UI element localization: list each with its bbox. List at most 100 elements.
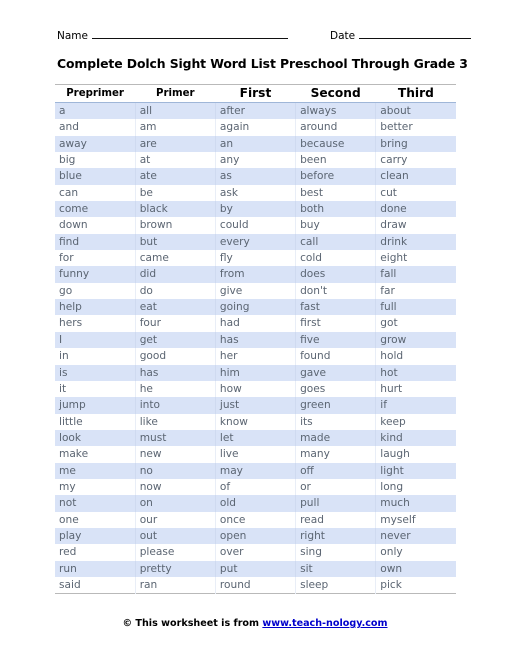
word-cell: full [375,299,456,316]
word-cell: goes [295,380,377,398]
word-cell: pull [295,495,377,512]
word-cell: own [375,560,456,577]
word-cell: again [215,119,297,136]
word-cell: its [295,413,377,430]
word-cell: come [55,201,136,218]
word-cell: give [215,282,297,300]
table-row: find but every call drink [55,233,456,251]
word-cell: brown [135,217,216,234]
word-cell: been [295,152,377,169]
word-cell: four [135,315,216,332]
word-cell: away [55,135,136,153]
table-header: Preprimer Primer First Second Third [55,84,456,103]
word-cell: kind [375,429,456,447]
word-cell: many [295,446,377,463]
word-cell: because [295,135,377,153]
copyright-text: © This worksheet is from [122,618,260,629]
word-cell: about [375,102,456,120]
name-write-line[interactable] [91,27,288,39]
word-cell: bring [375,135,456,153]
word-cell: hurt [380,382,403,395]
table-row: it he how goes hurt [55,380,456,398]
word-cell: now [135,478,216,496]
word-cell: laugh [380,448,410,461]
word-cell: off [295,462,377,479]
word-cell: on [135,495,216,512]
date-write-line[interactable] [359,27,472,39]
table-row: hers four had first got [55,315,456,332]
word-cell: always [295,102,377,120]
table-row: funny did from does fall [55,266,456,283]
word-cell: keep [380,415,406,428]
table-row: away are an because bring [55,135,456,153]
word-cell: right [295,527,377,545]
word-cell: draw [380,219,407,232]
word-cell: by [215,201,297,218]
word-cell: cut [380,186,397,199]
word-cell: new [135,446,216,463]
word-cell: make [55,446,136,463]
table-row: big at any been carry [55,152,456,169]
word-cell: eat [135,299,216,316]
table-row: me no may off light [55,462,456,479]
word-cell: put [215,560,297,577]
word-cell: please [135,544,216,561]
column-header-second: Second [295,84,376,103]
word-cell: fast [295,299,377,316]
name-field-group: Name [57,27,288,42]
word-cell: run [55,560,136,577]
word-cell: live [215,446,297,463]
word-cell: had [215,315,297,332]
table-row: go do give don't far [55,282,456,300]
word-cell: for [55,250,136,267]
word-cell: sit [295,560,377,577]
word-cell: do [135,282,216,300]
column-header-primer: Primer [135,84,216,103]
word-cell: carry [380,154,408,167]
page-title: Complete Dolch Sight Word List Preschool… [57,56,468,71]
word-cell: fly [215,250,297,267]
word-cell: said [55,576,136,594]
word-cell: find [55,233,136,251]
table-header-row: Preprimer Primer First Second Third [55,84,456,103]
word-cell: jump [55,397,136,414]
word-cell: how [215,380,297,398]
word-cell: has [135,364,216,381]
word-cell: if [375,397,456,414]
table-row: run pretty put sit own [55,560,456,577]
word-cell: before [295,168,377,185]
word-cell: drink [375,233,456,251]
word-cell: all [135,102,216,120]
word-cell: good [135,348,216,365]
word-cell: hers [55,315,136,332]
word-cell: an [215,135,297,153]
date-label: Date [329,30,356,42]
word-cell: does [295,266,377,283]
teachnology-link[interactable]: www.teach-nology.com [262,618,387,629]
word-cell: old [215,495,297,512]
word-cell: black [135,201,216,218]
table-row: look must let made kind [55,429,456,447]
word-cell: me [55,462,136,479]
word-cell: I [55,331,136,349]
word-cell: let [215,429,297,447]
word-cell: did [135,266,216,283]
word-cell: play [55,527,136,545]
word-cell: has [215,331,297,349]
table-row: come black by both done [55,201,456,218]
table-row: not on old pull much [55,495,456,512]
word-cell: every [215,233,297,251]
word-cell: red [55,544,136,561]
word-cell: like [135,413,216,430]
word-cell: him [215,364,297,381]
word-cell: our [135,511,216,528]
word-cell: know [215,413,297,430]
word-cell: made [295,429,377,447]
word-cell: don't [295,282,377,300]
word-cell: just [215,397,297,414]
word-cell: can [55,184,136,202]
table-row: Iget has five grow [55,331,456,349]
word-cell: funny [55,266,136,283]
word-cell: both [295,201,377,218]
word-cell: pick [380,578,402,591]
